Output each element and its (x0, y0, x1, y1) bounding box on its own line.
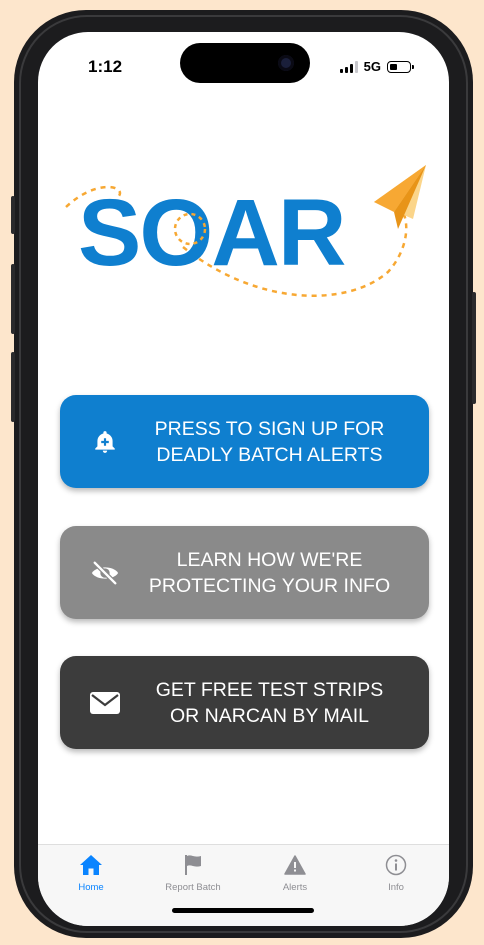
tab-label: Home (78, 882, 104, 893)
tab-info[interactable]: Info (351, 851, 441, 893)
logo-text: SOAR (78, 180, 345, 286)
cellular-signal-icon (339, 60, 358, 73)
network-type: 5G (363, 59, 381, 74)
button-label-line2: PROTECTING YOUR INFO (148, 574, 391, 597)
battery-icon (387, 60, 414, 73)
tab-alerts[interactable]: Alerts (250, 851, 340, 893)
envelope-icon (90, 688, 120, 718)
paper-plane-icon (374, 165, 426, 229)
flag-icon (148, 851, 238, 879)
tab-bar: Home Report Batch Alerts Info (38, 844, 449, 926)
sign-up-alerts-button[interactable]: PRESS TO SIGN UP FOR DEADLY BATCH ALERTS (60, 395, 429, 488)
privacy-info-button[interactable]: LEARN HOW WE'RE PROTECTING YOUR INFO (60, 526, 429, 619)
tab-label: Alerts (282, 882, 308, 893)
app-screen: 1:12 5G SOAR PRESS TO SIGN UP FOR DEADLY… (38, 32, 449, 926)
house-icon (46, 851, 136, 879)
status-time: 1:12 (88, 57, 123, 76)
volume-down-button (11, 352, 15, 422)
info-circle-icon (351, 851, 441, 879)
eye-slash-icon (90, 558, 120, 588)
bell-plus-icon (90, 427, 120, 457)
power-button (472, 292, 476, 404)
button-label-line1: PRESS TO SIGN UP FOR (154, 417, 385, 440)
tab-label: Report Batch (165, 882, 221, 893)
soar-logo: SOAR (65, 165, 426, 297)
tab-report-batch[interactable]: Report Batch (148, 851, 238, 893)
button-label-line1: GET FREE TEST STRIPS (155, 678, 384, 701)
camera-icon (278, 55, 294, 71)
button-label-line1: LEARN HOW WE'RE (176, 548, 363, 571)
button-label-line2: OR NARCAN BY MAIL (169, 704, 370, 727)
warning-triangle-icon (250, 851, 340, 879)
status-indicators: 5G (339, 59, 414, 74)
free-supplies-button[interactable]: GET FREE TEST STRIPS OR NARCAN BY MAIL (60, 656, 429, 749)
home-indicator[interactable] (172, 908, 314, 913)
action-button (11, 196, 15, 234)
tab-label: Info (388, 882, 404, 893)
button-label-line2: DEADLY BATCH ALERTS (156, 443, 383, 466)
volume-up-button (11, 264, 15, 334)
status-bar: 1:12 5G (38, 32, 449, 92)
tab-home[interactable]: Home (46, 851, 136, 893)
dynamic-island (180, 43, 310, 83)
